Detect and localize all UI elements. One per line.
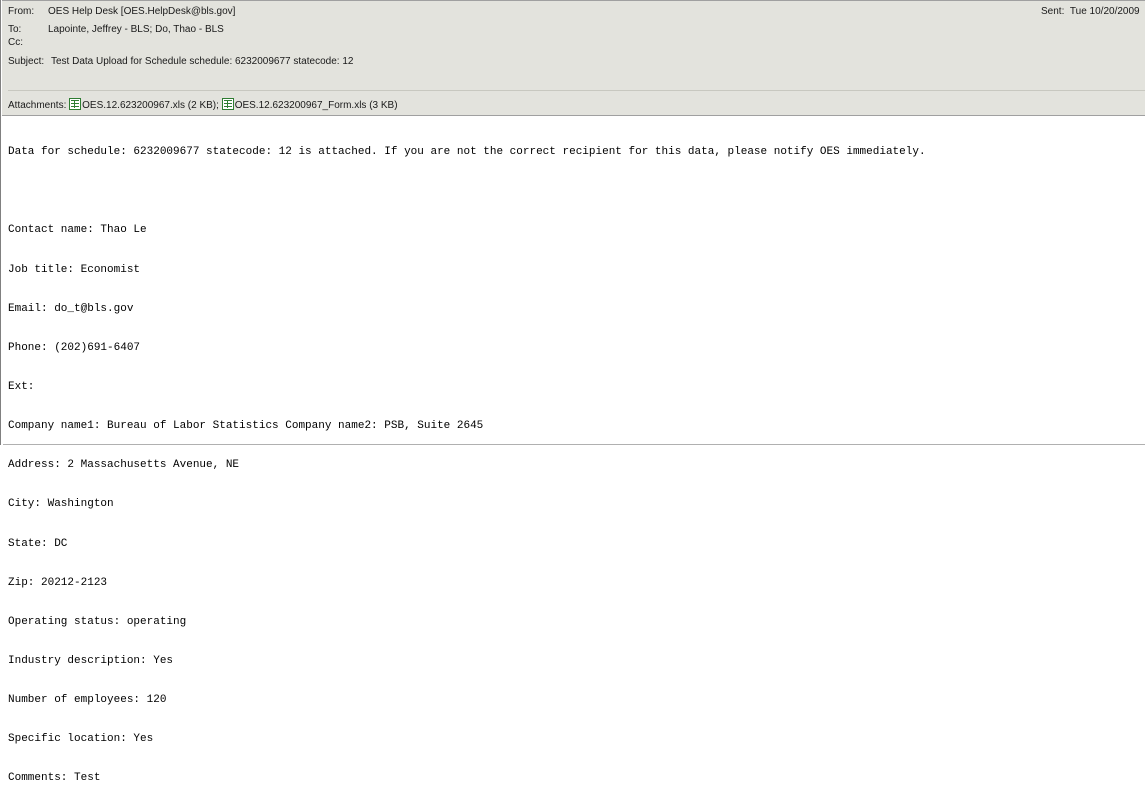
body-line: Email: do_t@bls.gov (8, 302, 134, 315)
body-line: Ext: (8, 380, 35, 393)
cc-row: Cc: (8, 37, 48, 49)
email-body-text: Data for schedule: 6232009677 statecode:… (8, 120, 926, 811)
excel-file-icon (69, 98, 82, 110)
body-line: Industry description: Yes (8, 654, 174, 667)
body-line: Specific location: Yes (8, 733, 154, 746)
sent-value: Tue 10/20/2009 (1069, 6, 1140, 17)
cc-label: Cc: (8, 37, 23, 48)
attachments-label: Attachments: (8, 100, 67, 111)
body-line: Address: 2 Massachusetts Avenue, NE (8, 459, 240, 472)
to-value[interactable]: Lapointe, Jeffrey - BLS; Do, Thao - BLS (48, 24, 224, 36)
attachment-name: OES.12.623200967.xls (2 KB) (82, 100, 217, 111)
sent-label: Sent: (1041, 6, 1065, 17)
attachments-row: Attachments: OES.12.623200967.xls (2 KB)… (8, 98, 398, 112)
body-line: City: Washington (8, 498, 114, 511)
body-line: Operating status: operating (8, 615, 187, 628)
sent-row: Sent: Tue 10/20/2009 (1041, 6, 1140, 18)
body-line: Job title: Economist (8, 263, 141, 276)
from-value[interactable]: OES Help Desk [OES.HelpDesk@bls.gov] (48, 6, 235, 18)
body-line: Phone: (202)691-6407 (8, 341, 141, 354)
excel-file-icon (221, 98, 234, 110)
from-label: From: (8, 6, 35, 17)
attachment-separator: ; (216, 100, 219, 111)
body-line: Number of employees: 120 (8, 694, 167, 707)
to-row: To: Lapointe, Jeffrey - BLS; Do, Thao - B… (8, 24, 224, 36)
subject-row: Subject: Test Data Upload for Schedule sc… (8, 56, 353, 68)
body-line: Data for schedule: 6232009677 statecode:… (8, 146, 926, 159)
body-line: Zip: 20212-2123 (8, 576, 108, 589)
header-divider (8, 90, 1145, 91)
subject-label: Subject: (8, 56, 45, 67)
email-message-window: From: OES Help Desk [OES.HelpDesk@bls.gov… (0, 0, 1145, 784)
from-row: From: OES Help Desk [OES.HelpDesk@bls.gov… (8, 6, 235, 18)
subject-value: Test Data Upload for Schedule schedule: … (51, 56, 354, 67)
attachment-item[interactable]: OES.12.623200967.xls (2 KB) (69, 98, 217, 111)
body-line: Company name1: Bureau of Labor Statistic… (8, 420, 484, 433)
email-header: From: OES Help Desk [OES.HelpDesk@bls.gov… (2, 0, 1145, 116)
body-line: Contact name: Thao Le (8, 224, 147, 237)
attachment-name: OES.12.623200967_Form.xls (3 KB) (234, 100, 398, 111)
body-line (8, 185, 926, 198)
body-line: Comments: Test (8, 772, 101, 785)
body-line: State: DC (8, 537, 68, 550)
attachment-item[interactable]: OES.12.623200967_Form.xls (3 KB) (221, 98, 398, 111)
to-label: To: (8, 24, 22, 35)
email-body[interactable]: Data for schedule: 6232009677 statecode:… (2, 116, 1145, 784)
